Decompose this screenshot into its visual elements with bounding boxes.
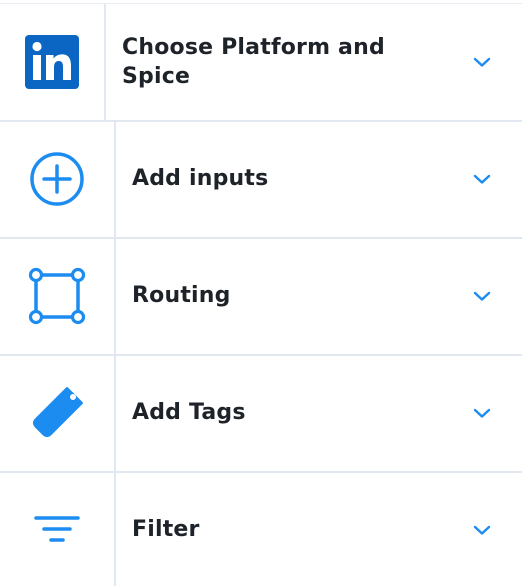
step-icon-cell: [0, 471, 114, 586]
step-routing[interactable]: Routing: [0, 237, 522, 356]
routing-square-icon: [28, 267, 86, 324]
chevron-down-icon[interactable]: [472, 55, 492, 69]
step-filter[interactable]: Filter: [0, 471, 522, 586]
plus-circle-icon: [30, 151, 84, 206]
step-divider: [114, 354, 116, 471]
step-label: Add inputs: [132, 166, 269, 191]
chevron-down-icon[interactable]: [472, 406, 492, 420]
tag-icon: [33, 386, 83, 437]
step-divider: [114, 237, 116, 354]
step-add-inputs[interactable]: Add inputs: [0, 120, 522, 239]
step-icon-cell: [0, 354, 114, 471]
step-icon-cell: [0, 4, 104, 120]
step-label: Add Tags: [132, 400, 246, 425]
step-icon-cell: [0, 237, 114, 354]
step-label: Filter: [132, 517, 200, 542]
steps-panel: Choose Platform and Spice Add inputs Rou…: [0, 0, 522, 586]
step-choose-platform[interactable]: Choose Platform and Spice: [0, 4, 522, 122]
step-icon-cell: [0, 120, 114, 237]
step-divider: [114, 471, 116, 586]
step-label: Routing: [132, 283, 231, 308]
step-label: Choose Platform and Spice: [122, 35, 385, 89]
chevron-down-icon[interactable]: [472, 172, 492, 186]
chevron-down-icon[interactable]: [472, 289, 492, 303]
step-divider: [114, 120, 116, 237]
chevron-down-icon[interactable]: [472, 523, 492, 537]
linkedin-icon: [25, 35, 79, 89]
step-add-tags[interactable]: Add Tags: [0, 354, 522, 473]
filter-icon: [34, 515, 80, 542]
step-divider: [104, 4, 106, 120]
